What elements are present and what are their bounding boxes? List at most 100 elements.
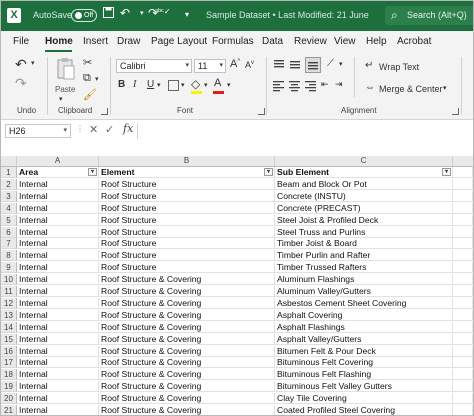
borders-dropdown-icon[interactable]: ▾	[181, 81, 185, 89]
tab-help[interactable]: Help	[366, 36, 387, 47]
align-left-icon[interactable]	[273, 80, 285, 92]
empty-cell[interactable]	[453, 286, 473, 297]
align-center-icon[interactable]	[289, 80, 301, 92]
column-header-a[interactable]: A	[17, 156, 99, 167]
empty-cell[interactable]	[453, 274, 473, 286]
font-color-dropdown-icon[interactable]: ▾	[227, 81, 231, 89]
tab-home[interactable]: Home	[45, 36, 73, 47]
underline-dropdown-icon[interactable]: ▾	[157, 81, 161, 89]
align-right-icon[interactable]	[305, 80, 317, 92]
table-cell[interactable]: Aluminum Valley/Gutters	[275, 286, 453, 297]
row-number[interactable]: 9	[1, 262, 17, 274]
orientation-icon[interactable]: ⟋	[327, 58, 334, 69]
cancel-icon[interactable]: ✕	[89, 123, 98, 136]
borders-icon[interactable]	[168, 80, 179, 91]
empty-cell[interactable]	[453, 321, 473, 333]
table-cell[interactable]: Asphalt Valley/Gutters	[275, 333, 453, 345]
row-number[interactable]: 18	[1, 369, 17, 381]
row-number[interactable]: 20	[1, 393, 17, 405]
row-number[interactable]: 10	[1, 274, 17, 286]
table-cell[interactable]: Internal	[17, 286, 99, 297]
table-cell[interactable]: Internal	[17, 345, 99, 357]
filter-dropdown-icon[interactable]: ▾	[88, 168, 97, 176]
underline-button[interactable]: U	[147, 79, 154, 90]
decrease-indent-icon[interactable]: ⇤	[321, 79, 329, 90]
table-cell[interactable]: Steel Joist & Profiled Deck	[275, 214, 453, 226]
undo-dropdown-icon[interactable]: ▾	[140, 9, 144, 17]
wrap-text-button[interactable]: Wrap Text	[379, 62, 419, 72]
paste-button[interactable]: Paste	[55, 85, 75, 94]
table-cell[interactable]: Roof Structure	[99, 226, 275, 238]
enter-icon[interactable]: ✓	[105, 123, 114, 136]
merge-center-button[interactable]: Merge & Center	[379, 84, 443, 94]
row-number[interactable]: 4	[1, 202, 17, 214]
align-top-icon[interactable]	[273, 59, 285, 71]
empty-cell[interactable]	[453, 369, 473, 381]
orientation-dropdown-icon[interactable]: ▾	[339, 60, 343, 68]
table-cell[interactable]: Roof Structure & Covering	[99, 274, 275, 286]
table-cell[interactable]: Roof Structure & Covering	[99, 405, 275, 415]
table-cell[interactable]: Internal	[17, 321, 99, 333]
row-number[interactable]: 7	[1, 238, 17, 250]
table-cell[interactable]: Roof Structure	[99, 250, 275, 262]
tab-page-layout[interactable]: Page Layout	[151, 36, 207, 47]
save-icon[interactable]	[103, 7, 114, 21]
autosave-toggle[interactable]: Off	[71, 9, 97, 22]
select-all-corner[interactable]	[1, 156, 17, 167]
table-cell[interactable]: Roof Structure	[99, 178, 275, 190]
row-number[interactable]: 14	[1, 321, 17, 333]
table-cell[interactable]: Timber Purlin and Rafter	[275, 250, 453, 262]
tab-insert[interactable]: Insert	[83, 36, 108, 47]
undo-icon[interactable]: ↶	[120, 6, 130, 20]
row-number[interactable]: 17	[1, 357, 17, 369]
insert-function-icon[interactable]: fx	[123, 122, 133, 135]
column-header-b[interactable]: B	[99, 156, 275, 167]
table-cell[interactable]: Internal	[17, 190, 99, 202]
table-cell[interactable]: Internal	[17, 262, 99, 274]
table-cell[interactable]: Internal	[17, 238, 99, 250]
table-cell[interactable]: Roof Structure	[99, 202, 275, 214]
empty-cell[interactable]	[453, 393, 473, 405]
font-size-select[interactable]: 11 ▾	[194, 59, 226, 73]
table-cell[interactable]: Timber Trussed Rafters	[275, 262, 453, 274]
tab-data[interactable]: Data	[262, 36, 283, 47]
table-cell[interactable]: Roof Structure & Covering	[99, 297, 275, 309]
tab-draw[interactable]: Draw	[117, 36, 140, 47]
table-cell[interactable]: Internal	[17, 309, 99, 321]
empty-cell[interactable]	[453, 167, 473, 178]
filter-dropdown-icon[interactable]: ▾	[264, 168, 273, 176]
empty-cell[interactable]	[453, 309, 473, 321]
grow-font-button[interactable]: A^	[230, 58, 240, 70]
bold-button[interactable]: B	[118, 79, 125, 90]
row-number[interactable]: 16	[1, 345, 17, 357]
empty-cell[interactable]	[453, 333, 473, 345]
table-cell[interactable]: Internal	[17, 214, 99, 226]
row-number[interactable]: 1	[1, 167, 17, 178]
cut-icon[interactable]: ✂	[83, 56, 92, 69]
paste-dropdown-icon[interactable]: ▾	[59, 95, 63, 103]
shrink-font-button[interactable]: Av	[245, 60, 254, 70]
tab-file[interactable]: File	[13, 36, 29, 47]
table-cell[interactable]: Roof Structure & Covering	[99, 321, 275, 333]
name-box[interactable]: H26 ▾	[5, 124, 71, 138]
copy-icon[interactable]: ⧉	[83, 72, 91, 85]
table-cell[interactable]: Internal	[17, 369, 99, 381]
copy-dropdown-icon[interactable]: ▾	[95, 75, 99, 83]
filter-dropdown-icon[interactable]: ▾	[442, 168, 451, 176]
ribbon-undo-icon[interactable]: ↶	[15, 56, 27, 73]
font-color-button[interactable]: A	[214, 77, 221, 89]
table-cell[interactable]: Roof Structure	[99, 262, 275, 274]
empty-cell[interactable]	[453, 190, 473, 202]
align-bottom-icon[interactable]	[305, 57, 321, 73]
table-cell[interactable]: Roof Structure	[99, 214, 275, 226]
table-cell[interactable]: Roof Structure & Covering	[99, 369, 275, 381]
table-cell[interactable]: Coated Profiled Steel Covering	[275, 405, 453, 415]
table-cell[interactable]: Internal	[17, 297, 99, 309]
spelling-icon[interactable]: ᵃᵇᶜ✓	[155, 7, 171, 16]
table-cell[interactable]: Aluminum Flashings	[275, 274, 453, 286]
tab-review[interactable]: Review	[294, 36, 327, 47]
empty-cell[interactable]	[453, 250, 473, 262]
column-header-d[interactable]	[453, 156, 473, 167]
row-number[interactable]: 5	[1, 214, 17, 226]
table-cell[interactable]: Internal	[17, 202, 99, 214]
